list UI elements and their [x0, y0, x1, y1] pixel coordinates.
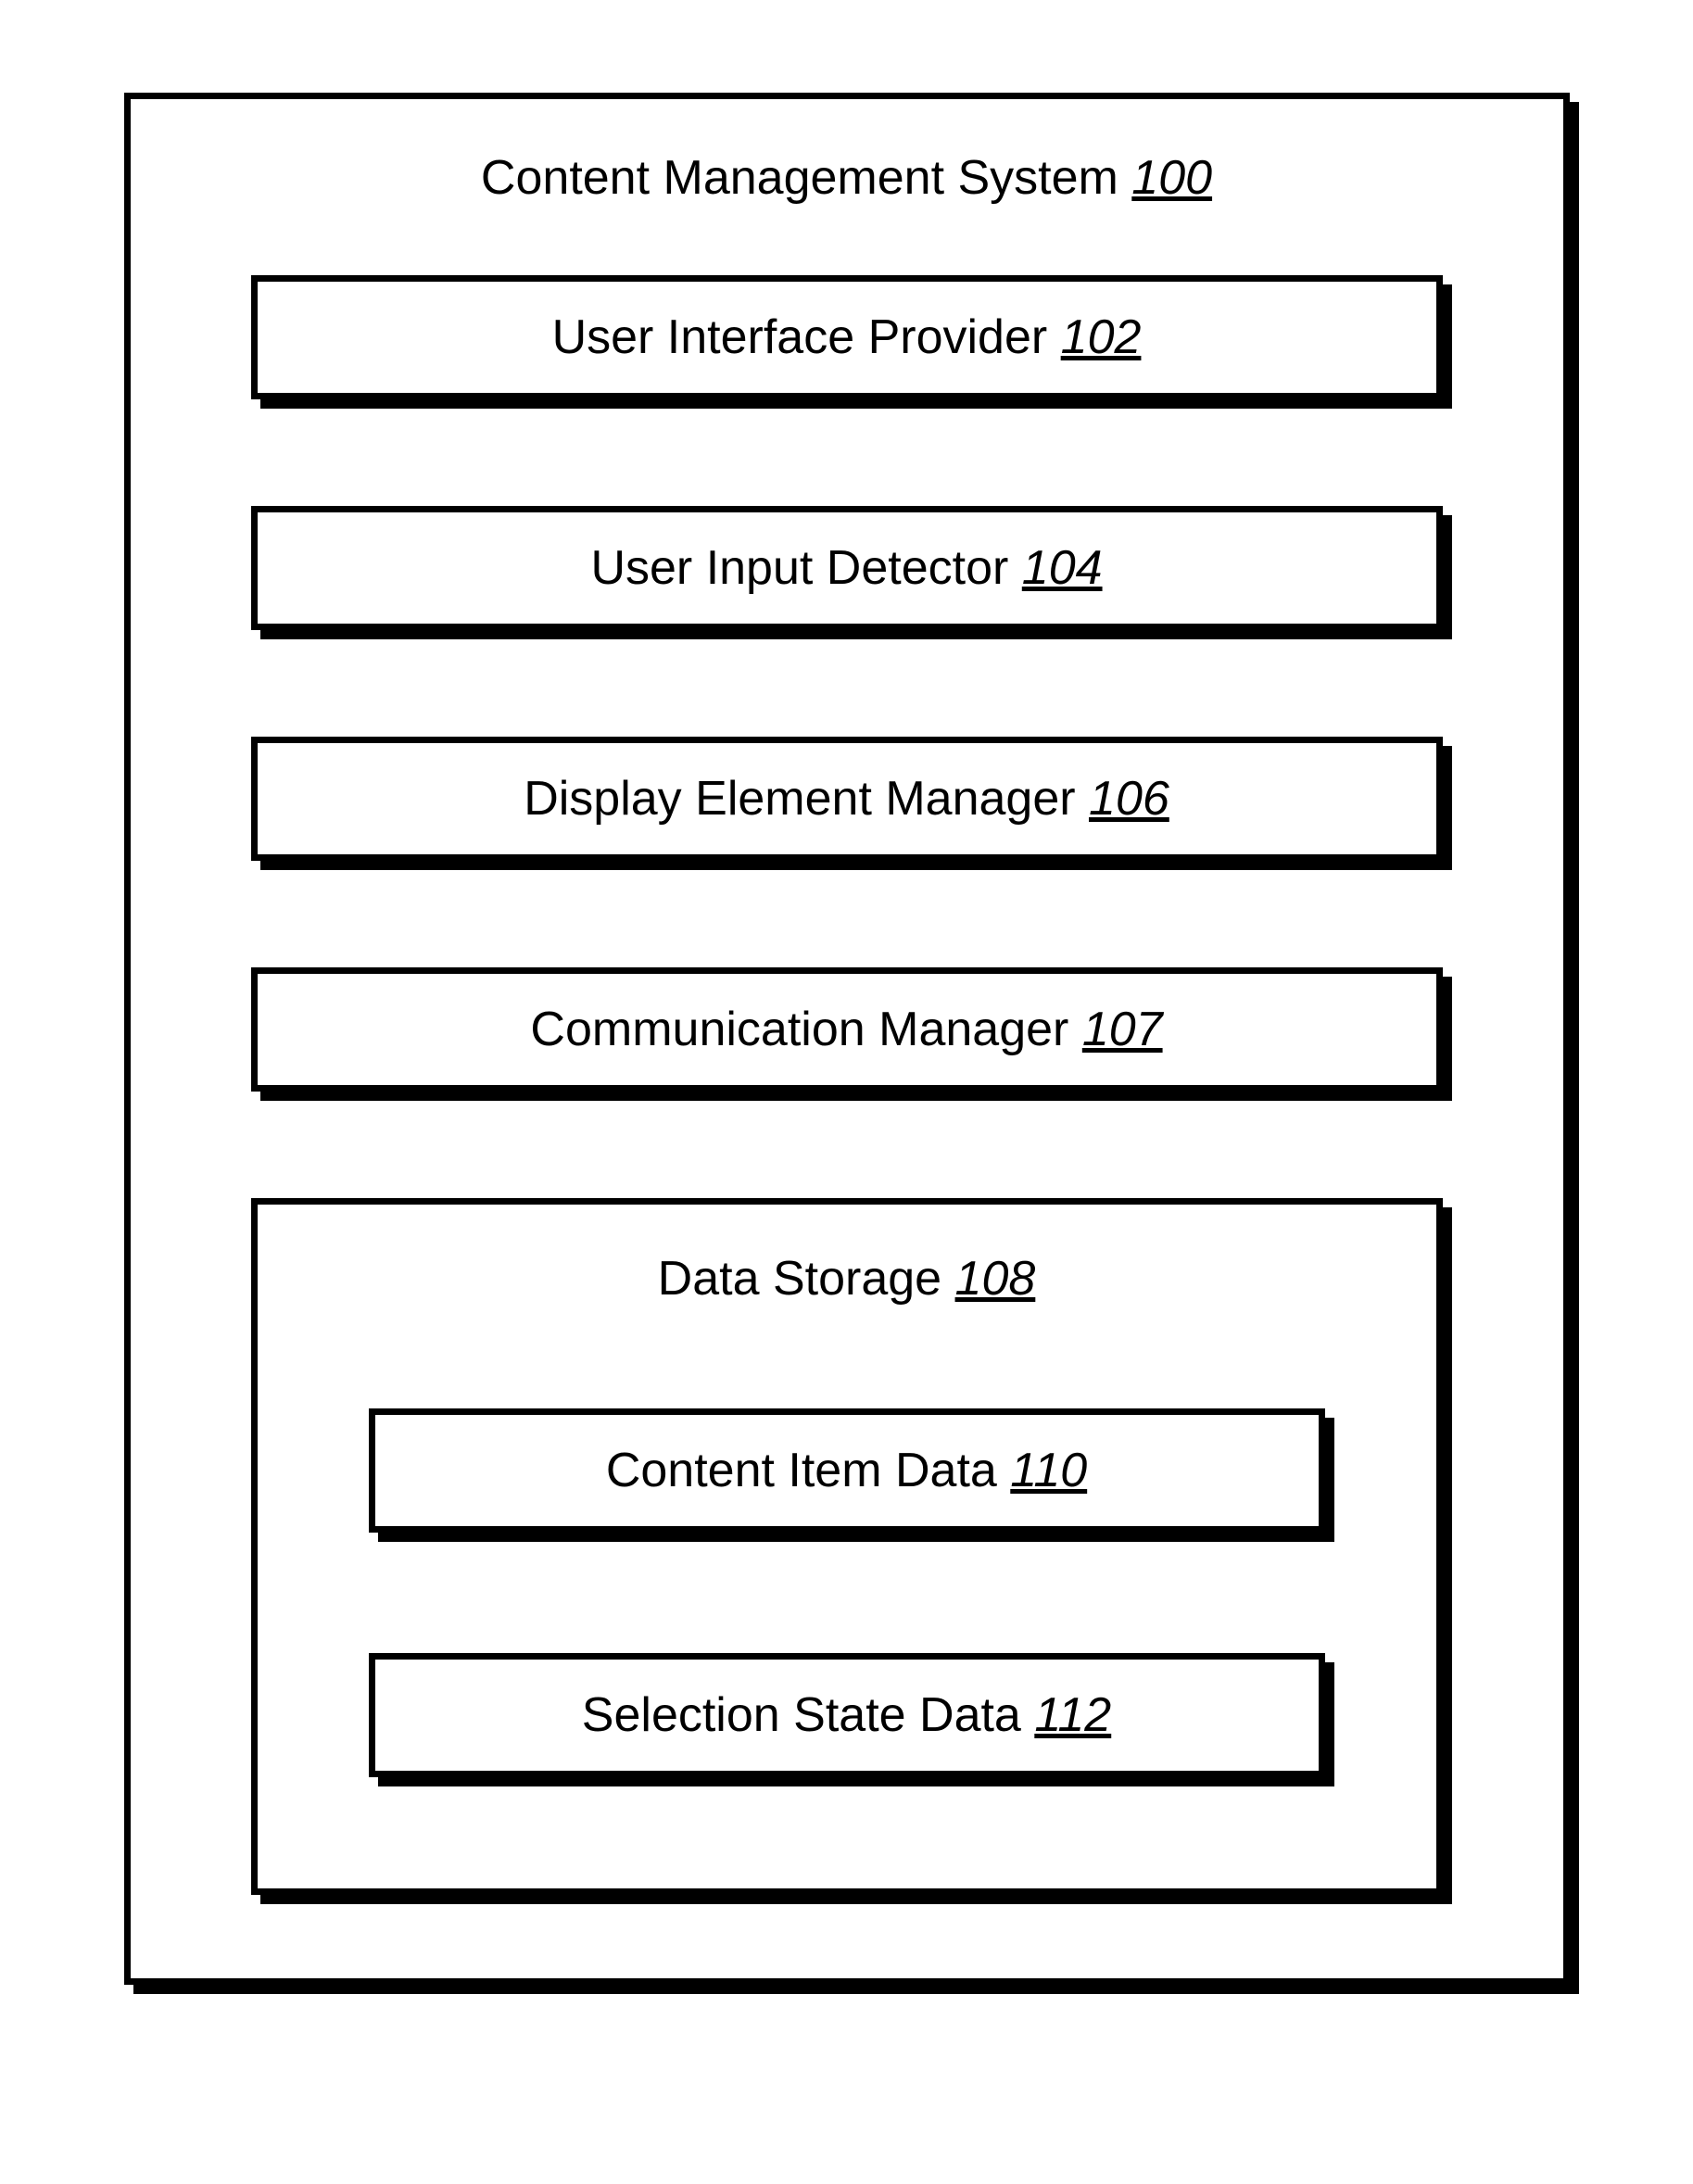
input-detector-box: User Input Detector 104 — [251, 506, 1443, 630]
storage-item-ref: 112 — [1034, 1688, 1111, 1742]
component-label: Communication Manager — [530, 1003, 1068, 1056]
system-title: Content Management System 100 — [251, 150, 1443, 206]
component-ref: 106 — [1089, 772, 1169, 826]
display-manager-box: Display Element Manager 106 — [251, 737, 1443, 861]
component-label: User Input Detector — [590, 541, 1008, 595]
component-label: User Interface Provider — [552, 310, 1048, 364]
selection-state-data-box: Selection State Data 112 — [369, 1653, 1325, 1777]
storage-item-ref: 110 — [1010, 1444, 1087, 1497]
comm-manager-box: Communication Manager 107 — [251, 967, 1443, 1092]
content-item-data-box: Content Item Data 110 — [369, 1408, 1325, 1533]
system-container: Content Management System 100 User Inter… — [124, 93, 1570, 1985]
component-label: Display Element Manager — [524, 772, 1075, 826]
storage-title: Data Storage 108 — [369, 1251, 1325, 1307]
system-label: Content Management System — [481, 151, 1118, 205]
system-ref: 100 — [1131, 151, 1212, 205]
storage-item-label: Selection State Data — [582, 1688, 1021, 1742]
storage-item-label: Content Item Data — [606, 1444, 997, 1497]
component-ref: 104 — [1022, 541, 1103, 595]
storage-label: Data Storage — [658, 1252, 941, 1306]
component-ref: 102 — [1061, 310, 1142, 364]
component-ref: 107 — [1082, 1003, 1163, 1056]
storage-container: Data Storage 108 Content Item Data 110 S… — [251, 1198, 1443, 1895]
ui-provider-box: User Interface Provider 102 — [251, 275, 1443, 399]
storage-ref: 108 — [955, 1252, 1036, 1306]
